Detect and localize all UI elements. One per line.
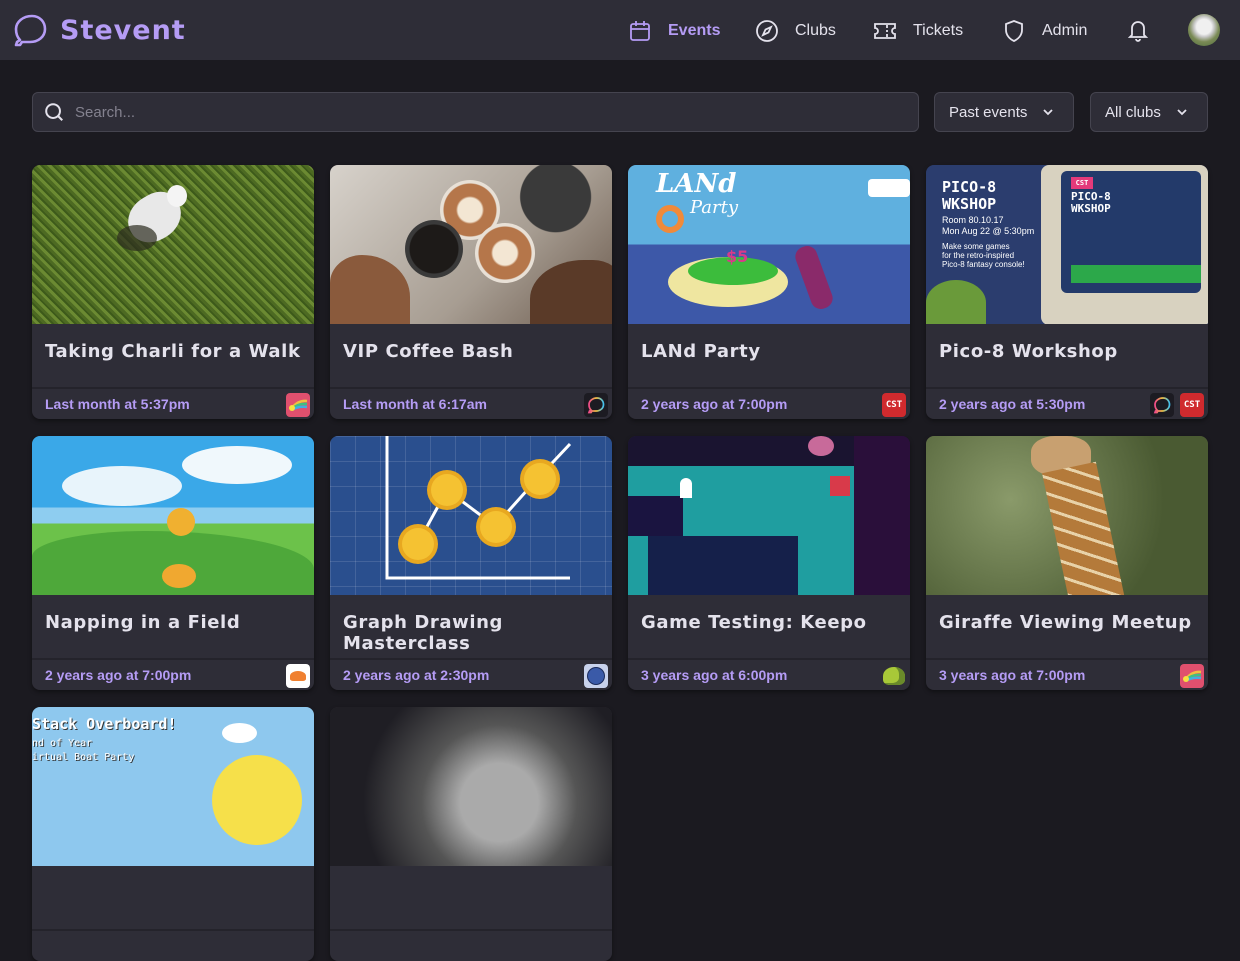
event-title: Pico-8 Workshop bbox=[939, 341, 1118, 362]
event-date: 2 years ago at 5:30pm bbox=[939, 396, 1086, 412]
event-date: 3 years ago at 7:00pm bbox=[939, 667, 1086, 683]
event-club-icons: CST bbox=[882, 393, 906, 417]
nav-admin[interactable]: Admin bbox=[1002, 18, 1087, 44]
event-card[interactable] bbox=[330, 707, 612, 961]
search-input[interactable] bbox=[75, 103, 895, 121]
event-footer: 2 years ago at 7:00pm CST bbox=[628, 387, 910, 419]
event-date: 2 years ago at 2:30pm bbox=[343, 667, 490, 683]
club-filter-value: All clubs bbox=[1105, 103, 1161, 121]
event-image-coffee-cups bbox=[330, 165, 612, 324]
event-footer: Last month at 6:17am bbox=[330, 387, 612, 419]
brand[interactable]: Stevent bbox=[12, 12, 186, 48]
event-club-icons bbox=[286, 393, 310, 417]
nav-admin-label: Admin bbox=[1042, 22, 1088, 39]
event-image-pixel-game bbox=[628, 436, 910, 595]
event-club-icons: CST bbox=[1150, 393, 1204, 417]
event-image-giraffe bbox=[926, 436, 1208, 595]
event-club-icons bbox=[286, 664, 310, 688]
event-image-pico8-monitor: PICO-8 WKSHOP Room 80.10.17 Mon Aug 22 @ 5… bbox=[926, 165, 1208, 324]
event-club-icons bbox=[1180, 664, 1204, 688]
event-footer: 3 years ago at 6:00pm bbox=[628, 658, 910, 690]
nav-tickets-label: Tickets bbox=[913, 22, 964, 39]
app-name: Stevent bbox=[60, 14, 186, 46]
time-filter-value: Past events bbox=[949, 103, 1028, 121]
event-club-icons bbox=[882, 664, 906, 688]
user-avatar[interactable] bbox=[1188, 14, 1220, 46]
event-footer: 2 years ago at 5:30pm CST bbox=[926, 387, 1208, 419]
event-club-icons bbox=[584, 664, 608, 688]
event-footer: 2 years ago at 7:00pm bbox=[32, 658, 314, 690]
compass-icon bbox=[756, 20, 778, 42]
event-title: Graph Drawing Masterclass bbox=[343, 612, 504, 654]
chevron-down-icon bbox=[1177, 109, 1187, 116]
event-title: Game Testing: Keepo bbox=[641, 612, 867, 633]
event-card[interactable]: LANd Party $5 LANd Party 2 years ago at … bbox=[628, 165, 910, 419]
event-image-knight-bw bbox=[330, 707, 612, 866]
event-footer bbox=[330, 929, 612, 961]
club-icon-stevent[interactable] bbox=[584, 393, 608, 417]
event-date: Last month at 6:17am bbox=[343, 396, 487, 412]
nav-events[interactable]: Events bbox=[628, 18, 720, 44]
club-icon-stevent[interactable] bbox=[1150, 393, 1174, 417]
club-icon-crab[interactable] bbox=[286, 664, 310, 688]
club-icon-planet[interactable] bbox=[584, 664, 608, 688]
top-nav-bar: Stevent Events Clubs Tickets Admin bbox=[0, 0, 1240, 60]
search-bar[interactable] bbox=[32, 92, 919, 132]
event-footer: 2 years ago at 2:30pm bbox=[330, 658, 612, 690]
shield-icon bbox=[1005, 20, 1023, 42]
time-filter-dropdown[interactable]: Past events bbox=[934, 92, 1074, 132]
nav-events-label: Events bbox=[668, 22, 721, 39]
event-title: Taking Charli for a Walk bbox=[45, 341, 301, 362]
event-footer: Last month at 5:37pm bbox=[32, 387, 314, 419]
club-icon-rainbow-star[interactable] bbox=[286, 393, 310, 417]
event-club-icons bbox=[584, 393, 608, 417]
event-date: 3 years ago at 6:00pm bbox=[641, 667, 788, 683]
event-card[interactable]: Game Testing: Keepo 3 years ago at 6:00p… bbox=[628, 436, 910, 690]
club-icon-snail[interactable] bbox=[882, 664, 906, 688]
event-card[interactable]: PICO-8 WKSHOP Room 80.10.17 Mon Aug 22 @ 5… bbox=[926, 165, 1208, 419]
event-card[interactable]: Stack Overboard! nd of Year irtual Boat … bbox=[32, 707, 314, 961]
event-title: VIP Coffee Bash bbox=[343, 341, 514, 362]
club-icon-cst[interactable]: CST bbox=[1180, 393, 1204, 417]
club-icon-rainbow-star[interactable] bbox=[1180, 664, 1204, 688]
nav-tickets[interactable]: Tickets bbox=[873, 18, 963, 44]
event-image-stack-overboard: Stack Overboard! nd of Year irtual Boat … bbox=[32, 707, 314, 866]
search-icon bbox=[45, 103, 63, 121]
event-date: 2 years ago at 7:00pm bbox=[641, 396, 788, 412]
nav-clubs[interactable]: Clubs bbox=[755, 18, 836, 44]
event-card[interactable]: Giraffe Viewing Meetup 3 years ago at 7:… bbox=[926, 436, 1208, 690]
event-title: Giraffe Viewing Meetup bbox=[939, 612, 1192, 633]
event-image-land-party-island: LANd Party $5 bbox=[628, 165, 910, 324]
event-footer: 3 years ago at 7:00pm bbox=[926, 658, 1208, 690]
ticket-icon bbox=[874, 23, 896, 39]
calendar-icon bbox=[630, 21, 650, 41]
nav-clubs-label: Clubs bbox=[795, 22, 836, 39]
event-footer bbox=[32, 929, 314, 961]
event-card[interactable]: Napping in a Field 2 years ago at 7:00pm bbox=[32, 436, 314, 690]
event-title: LANd Party bbox=[641, 341, 761, 362]
event-date: 2 years ago at 7:00pm bbox=[45, 667, 192, 683]
club-filter-dropdown[interactable]: All clubs bbox=[1090, 92, 1208, 132]
event-date: Last month at 5:37pm bbox=[45, 396, 190, 412]
stevent-logo-icon bbox=[14, 14, 47, 47]
event-image-dog-on-grass bbox=[32, 165, 314, 324]
bell-icon[interactable] bbox=[1126, 18, 1150, 42]
club-icon-cst[interactable]: CST bbox=[882, 393, 906, 417]
event-image-sunflower-graph bbox=[330, 436, 612, 595]
event-card[interactable]: VIP Coffee Bash Last month at 6:17am bbox=[330, 165, 612, 419]
event-card[interactable]: Graph Drawing Masterclass 2 years ago at… bbox=[330, 436, 612, 690]
chevron-down-icon bbox=[1043, 109, 1054, 116]
event-title: Napping in a Field bbox=[45, 612, 241, 633]
event-image-field-sky bbox=[32, 436, 314, 595]
event-card[interactable]: Taking Charli for a Walk Last month at 5… bbox=[32, 165, 314, 419]
